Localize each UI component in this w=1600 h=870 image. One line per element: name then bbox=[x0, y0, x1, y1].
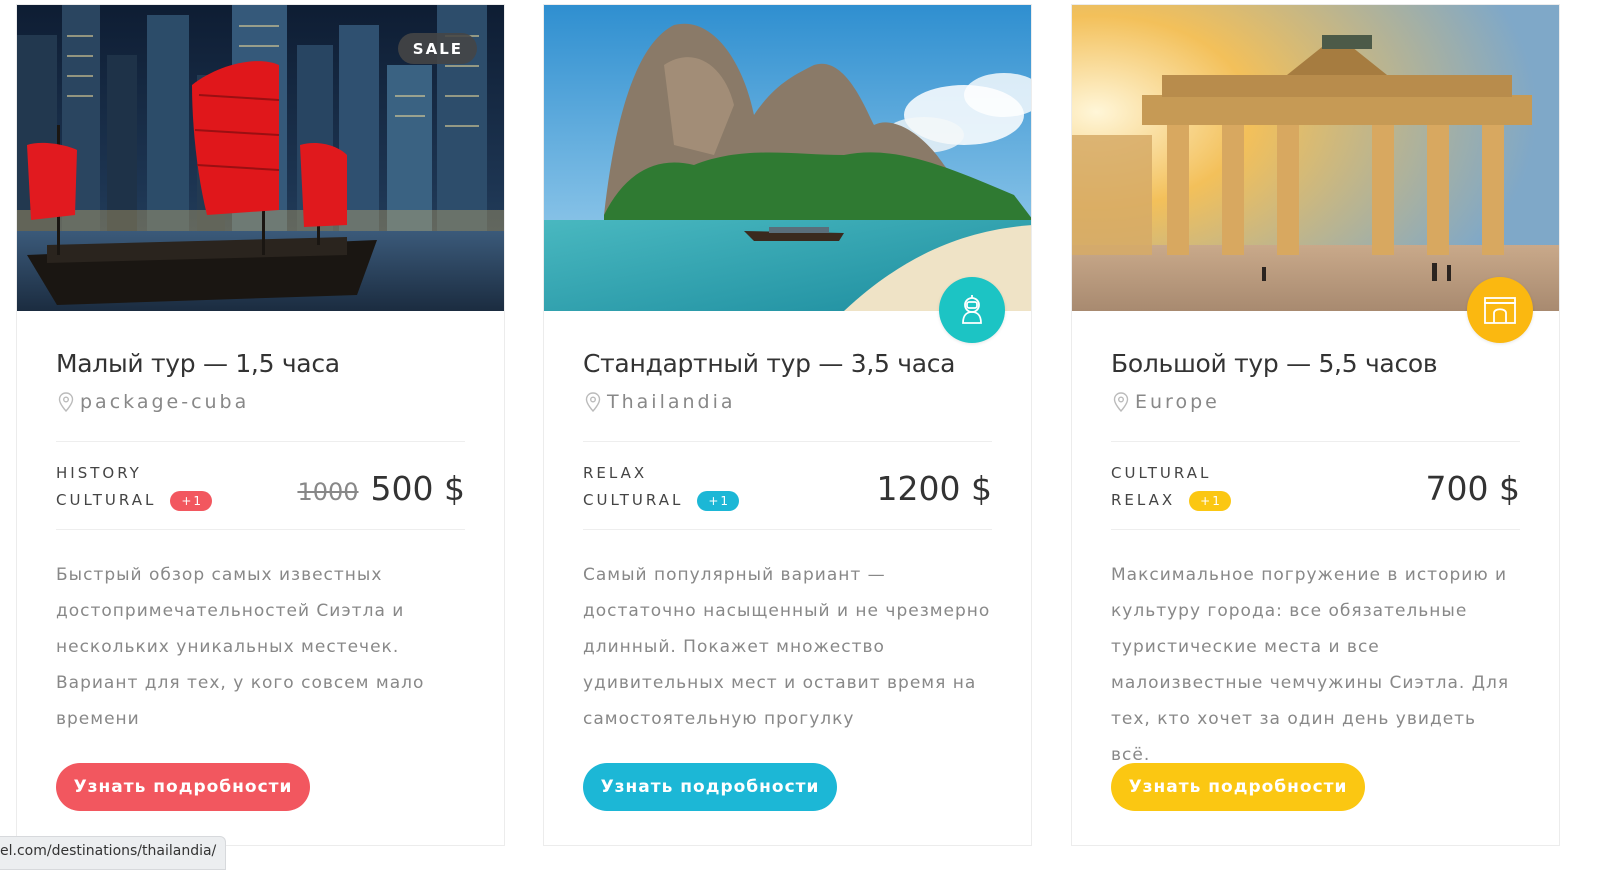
location-pin-icon bbox=[1113, 392, 1129, 412]
tag-relax[interactable]: RELAX bbox=[1111, 487, 1175, 514]
brandenburg-gate-image[interactable] bbox=[1072, 5, 1559, 311]
tour-location[interactable]: Europe bbox=[1113, 391, 1220, 413]
details-button[interactable]: Узнать подробности bbox=[56, 763, 310, 811]
tropical-beach-image[interactable] bbox=[544, 5, 1031, 311]
details-button[interactable]: Узнать подробности bbox=[1111, 763, 1365, 811]
tour-tags: HISTORY CULTURAL +1 bbox=[56, 460, 213, 514]
divider bbox=[1111, 441, 1520, 442]
more-tags-badge[interactable]: +1 bbox=[1189, 490, 1231, 511]
tour-location[interactable]: package-cuba bbox=[58, 391, 249, 413]
current-price: 500 $ bbox=[370, 469, 465, 508]
divider bbox=[56, 529, 465, 530]
card-body: Малый тур — 1,5 часа package-cuba HISTOR… bbox=[56, 311, 465, 845]
tour-card-large: Большой тур — 5,5 часов Europe CULTURAL … bbox=[1071, 4, 1560, 846]
more-tags-badge[interactable]: +1 bbox=[697, 490, 740, 511]
tour-description: Быстрый обзор самых известных достоприме… bbox=[56, 565, 425, 729]
card-body: Большой тур — 5,5 часов Europe CULTURAL … bbox=[1111, 311, 1520, 845]
tour-tags: RELAX CULTURAL +1 bbox=[583, 460, 740, 514]
tour-description: Максимальное погружение в историю и куль… bbox=[1111, 565, 1510, 765]
location-pin-icon bbox=[585, 392, 601, 412]
tour-title[interactable]: Стандартный тур — 3,5 часа bbox=[583, 349, 955, 378]
tour-description: Самый популярный вариант — достаточно на… bbox=[583, 565, 991, 729]
tag-relax[interactable]: RELAX bbox=[583, 460, 647, 487]
tour-title[interactable]: Большой тур — 5,5 часов bbox=[1111, 349, 1438, 378]
tour-card-standard: Стандартный тур — 3,5 часа Thailandia RE… bbox=[543, 4, 1032, 846]
sale-badge: SALE bbox=[397, 33, 477, 64]
location-pin-icon bbox=[58, 392, 74, 412]
old-price: 1000 bbox=[297, 478, 359, 506]
tag-history[interactable]: HISTORY bbox=[56, 460, 142, 487]
details-button[interactable]: Узнать подробности bbox=[583, 763, 837, 811]
current-price: 700 $ bbox=[1425, 469, 1520, 508]
tour-price: 700 $ bbox=[1426, 469, 1520, 508]
location-label: package-cuba bbox=[80, 391, 250, 413]
tour-card-small: SALE Малый тур — 1,5 часа package-cuba H… bbox=[16, 4, 505, 846]
card-body: Стандартный тур — 3,5 часа Thailandia RE… bbox=[583, 311, 992, 845]
divider bbox=[583, 529, 992, 530]
tour-tags: CULTURAL RELAX +1 bbox=[1111, 460, 1231, 514]
tag-cultural[interactable]: CULTURAL bbox=[1111, 460, 1211, 487]
tag-cultural[interactable]: CULTURAL bbox=[583, 487, 683, 514]
more-tags-badge[interactable]: +1 bbox=[170, 490, 213, 511]
tour-price: 1200 $ bbox=[877, 469, 992, 508]
location-label: Thailandia bbox=[607, 391, 736, 413]
tour-location[interactable]: Thailandia bbox=[585, 391, 736, 413]
divider bbox=[583, 441, 992, 442]
tag-cultural[interactable]: CULTURAL bbox=[56, 487, 156, 514]
divider bbox=[56, 441, 465, 442]
status-bar-url: el.com/destinations/thailandia/ bbox=[0, 836, 226, 870]
location-label: Europe bbox=[1135, 391, 1220, 413]
tour-title[interactable]: Малый тур — 1,5 часа bbox=[56, 349, 340, 378]
current-price: 1200 $ bbox=[876, 469, 992, 508]
divider bbox=[1111, 529, 1520, 530]
tour-price: 1000 500 $ bbox=[297, 469, 465, 508]
